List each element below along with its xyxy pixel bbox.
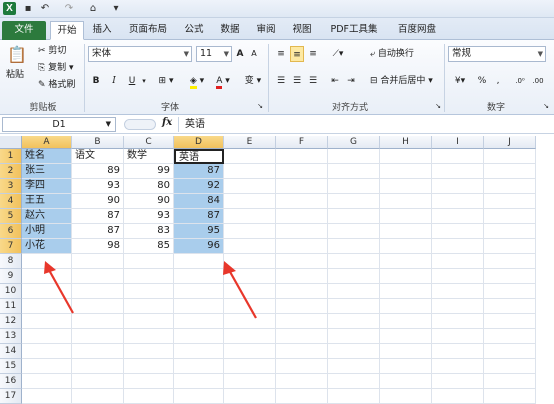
red-arrow-right [223,261,257,319]
annotation-arrows [44,261,257,319]
red-arrow-left [44,261,74,314]
